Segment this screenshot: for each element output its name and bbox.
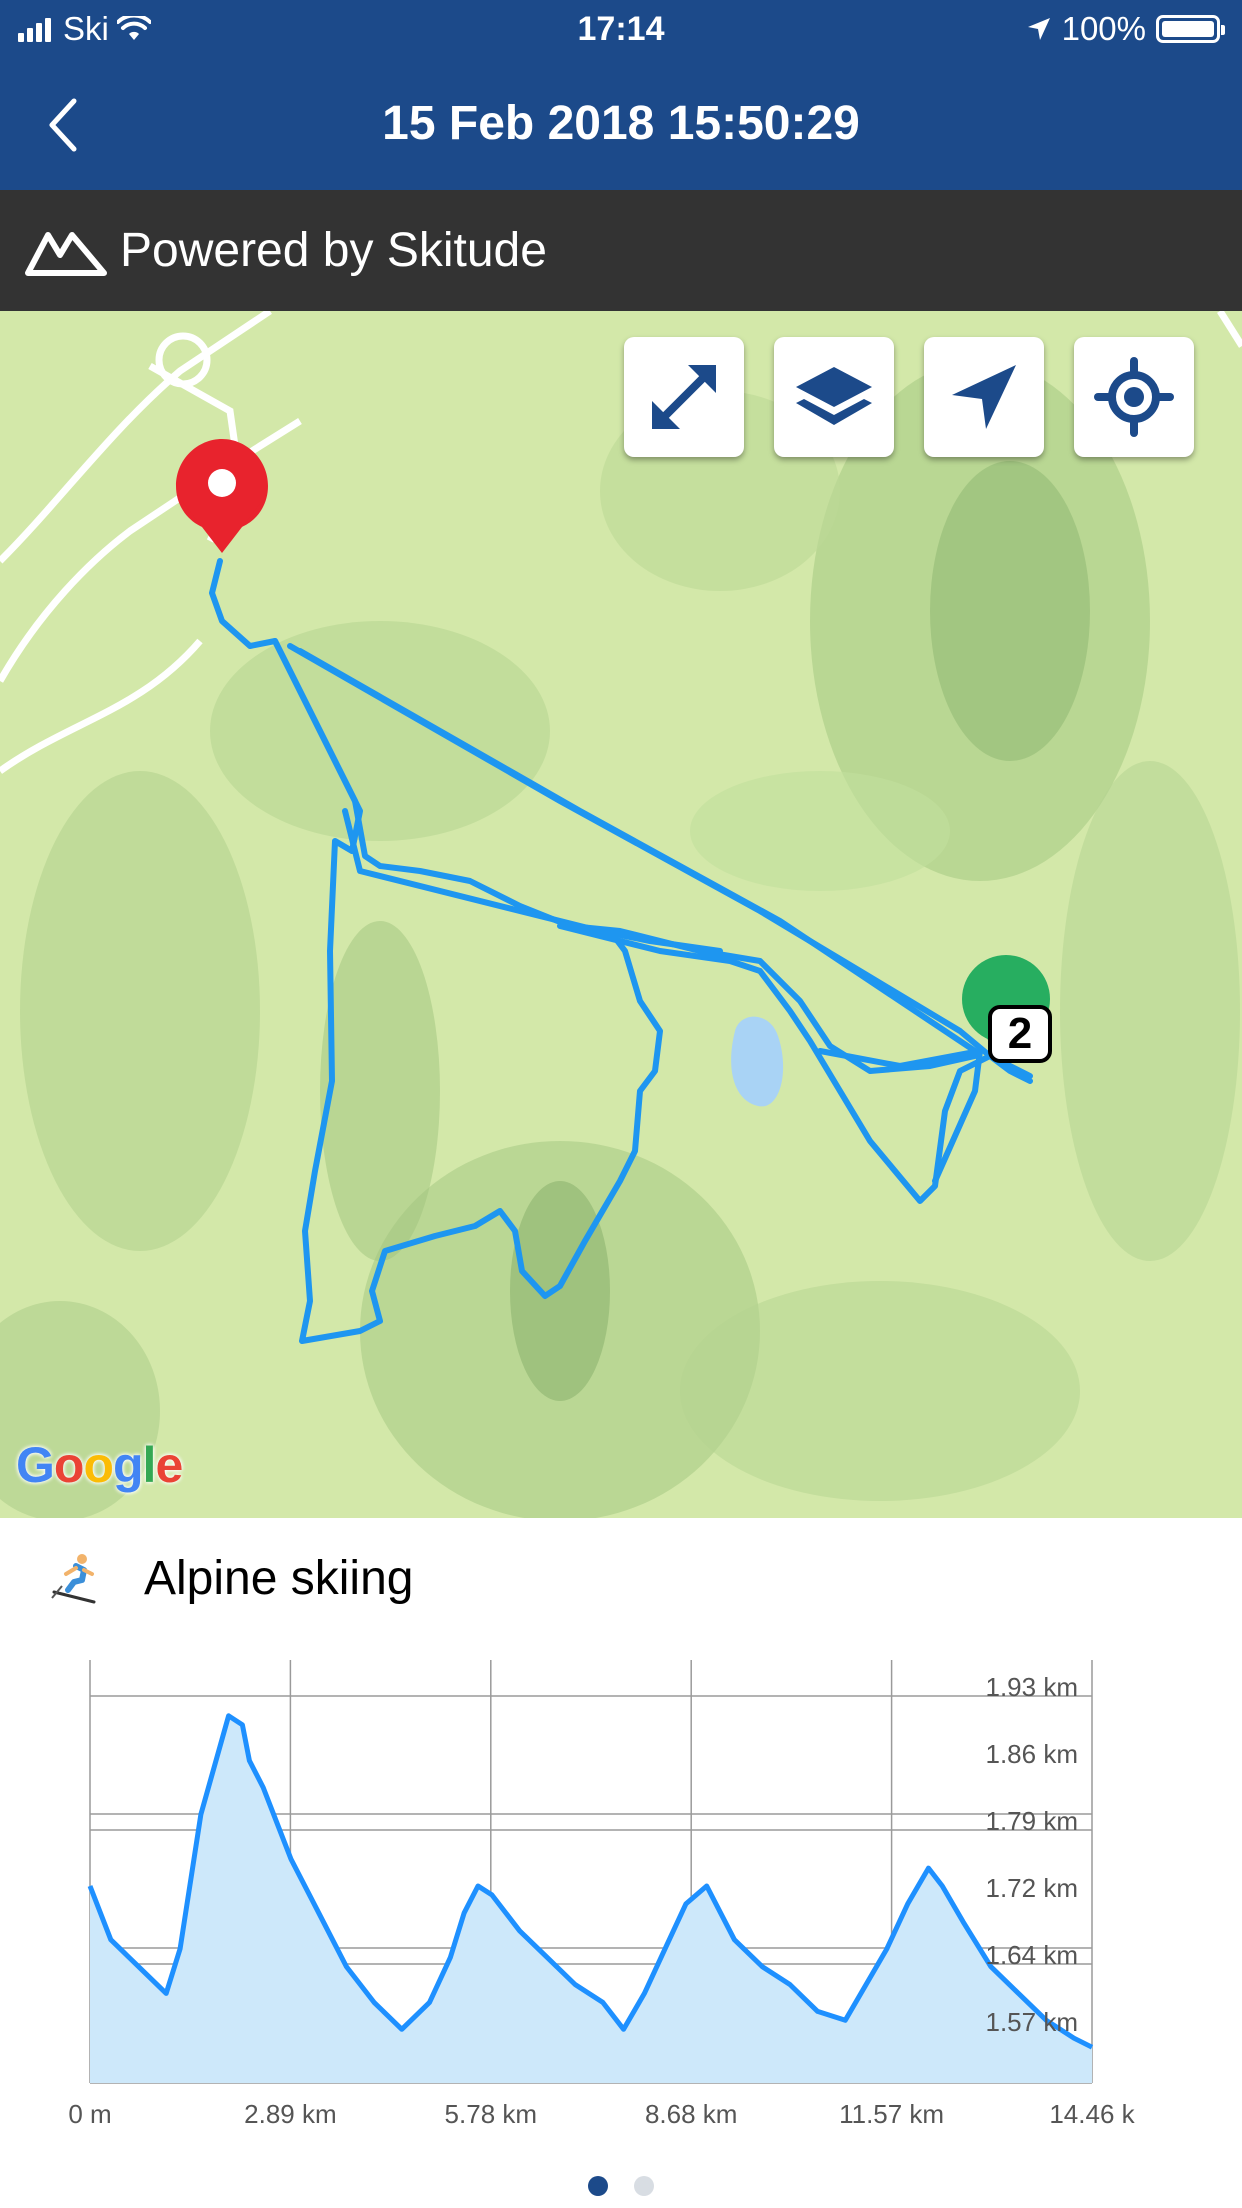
activity-header: Alpine skiing: [0, 1518, 1242, 1638]
y-tick-label: 1.64 km: [986, 1940, 1079, 1970]
battery-percent: 100%: [1061, 10, 1146, 47]
powered-by-text: Powered by Skitude: [120, 224, 547, 277]
status-bar: Ski 17:14 100%: [0, 0, 1242, 60]
page-title: 15 Feb 2018 15:50:29: [382, 97, 860, 150]
skier-icon: [51, 1554, 96, 1604]
map-terrain: [0, 311, 1242, 1518]
x-tick-label: 0 m: [68, 2099, 111, 2129]
elevation-area: [90, 1715, 1092, 2083]
x-tick-label: 8.68 km: [645, 2099, 738, 2129]
y-tick-label: 1.86 km: [986, 1739, 1079, 1769]
expand-icon: [652, 365, 716, 429]
expand-map-button[interactable]: [624, 337, 744, 457]
y-tick-label: 1.57 km: [986, 2007, 1079, 2037]
navigation-button[interactable]: [924, 337, 1044, 457]
page-dot-active[interactable]: [588, 2176, 608, 2196]
locate-button[interactable]: [1074, 337, 1194, 457]
x-tick-label: 2.89 km: [244, 2099, 337, 2129]
nav-bar: 15 Feb 2018 15:50:29: [0, 60, 1242, 190]
elevation-chart[interactable]: 1.93 km 1.86 km 1.79 km 1.72 km 1.64 km 1.57 …: [0, 1640, 1242, 2140]
battery-icon: [1156, 15, 1225, 43]
location-arrow-icon: [1027, 18, 1050, 40]
page-indicator: [0, 2176, 1242, 2196]
map-view[interactable]: 2 Google: [0, 311, 1242, 1518]
badge-number: 2: [1007, 1009, 1033, 1058]
google-attribution: Google: [16, 1437, 183, 1493]
layers-icon: [796, 367, 872, 425]
layers-button[interactable]: [774, 337, 894, 457]
page-dot-inactive[interactable]: [634, 2176, 654, 2196]
powered-by-banner[interactable]: Powered by Skitude: [0, 190, 1242, 311]
status-right: 100%: [1026, 10, 1225, 48]
x-tick-label: 14.46 k: [1049, 2099, 1135, 2129]
y-tick-label: 1.72 km: [986, 1873, 1079, 1903]
x-tick-label: 5.78 km: [445, 2099, 538, 2129]
x-tick-label: 11.57 km: [839, 2099, 944, 2129]
track-count-badge[interactable]: 2: [988, 1005, 1052, 1063]
activity-label: Alpine skiing: [144, 1551, 414, 1605]
skitude-logo-icon: [25, 231, 107, 276]
locate-icon: [1094, 357, 1174, 437]
y-tick-label: 1.79 km: [986, 1806, 1079, 1836]
navigation-arrow-icon: [952, 365, 1016, 429]
elevation-chart-svg: 1.93 km 1.86 km 1.79 km 1.72 km 1.64 km 1.57 …: [68, 1660, 1136, 2129]
y-tick-label: 1.93 km: [986, 1672, 1079, 1702]
